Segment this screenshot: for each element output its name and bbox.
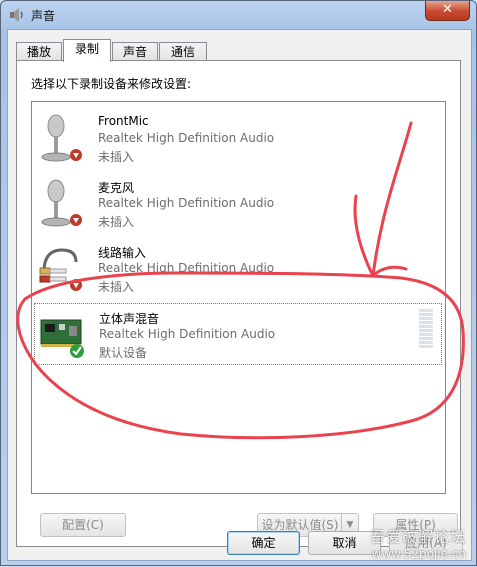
- device-description: Realtek High Definition Audio: [99, 327, 276, 341]
- device-status: 未插入: [98, 150, 135, 164]
- configure-button[interactable]: 配置(C): [40, 513, 126, 537]
- device-description: Realtek High Definition Audio: [98, 131, 275, 145]
- input-level-meter: [419, 309, 433, 349]
- title-bar[interactable]: 声音 ✕: [1, 1, 476, 29]
- device-item-stereo-mix[interactable]: 立体声混音 Realtek High Definition Audio 默认设备: [34, 303, 442, 365]
- tab-playback[interactable]: 播放: [16, 42, 62, 60]
- device-item-line-in[interactable]: 线路输入 Realtek High Definition Audio 未插入: [34, 238, 442, 300]
- microphone-icon: [41, 179, 82, 227]
- device-status: 未插入: [98, 215, 135, 229]
- microphone-icon: [41, 114, 82, 162]
- tab-sounds[interactable]: 声音: [112, 42, 158, 60]
- instruction-text: 选择以下录制设备来修改设置:: [31, 77, 192, 91]
- device-name: FrontMic: [98, 114, 149, 128]
- device-status: 未插入: [98, 280, 135, 294]
- ok-button[interactable]: 确定: [227, 531, 300, 555]
- device-name: 线路输入: [98, 246, 147, 260]
- device-name: 麦克风: [98, 181, 135, 195]
- device-status: 默认设备: [99, 346, 148, 360]
- window-title: 声音: [31, 9, 56, 23]
- sound-dialog-window: 声音 ✕ 播放 录制 声音 通信 选择以下录制设备来修改设置: FrontMic…: [0, 0, 477, 566]
- device-description: Realtek High Definition Audio: [98, 196, 275, 210]
- device-description: Realtek High Definition Audio: [98, 261, 275, 275]
- speaker-icon: [10, 8, 23, 22]
- sound-card-icon: [40, 319, 84, 358]
- device-item-microphone[interactable]: 麦克风 Realtek High Definition Audio 未插入: [34, 173, 442, 235]
- recording-panel: 选择以下录制设备来修改设置: FrontMic Realtek High Def…: [16, 60, 461, 547]
- recording-device-list[interactable]: FrontMic Realtek High Definition Audio 未…: [31, 101, 446, 494]
- device-name: 立体声混音: [99, 312, 160, 326]
- line-in-cable-icon: [39, 248, 82, 291]
- close-button[interactable]: ✕: [425, 1, 470, 21]
- cancel-button[interactable]: 取消: [308, 531, 381, 555]
- apply-button[interactable]: 应用(A): [389, 531, 463, 555]
- set-default-label: 设为默认值(S): [261, 518, 339, 532]
- tab-communications[interactable]: 通信: [159, 42, 207, 60]
- tab-recording[interactable]: 录制: [63, 39, 111, 62]
- device-item-frontmic[interactable]: FrontMic Realtek High Definition Audio 未…: [34, 108, 442, 170]
- dialog-body: 播放 录制 声音 通信 选择以下录制设备来修改设置: FrontMic Real…: [7, 29, 472, 561]
